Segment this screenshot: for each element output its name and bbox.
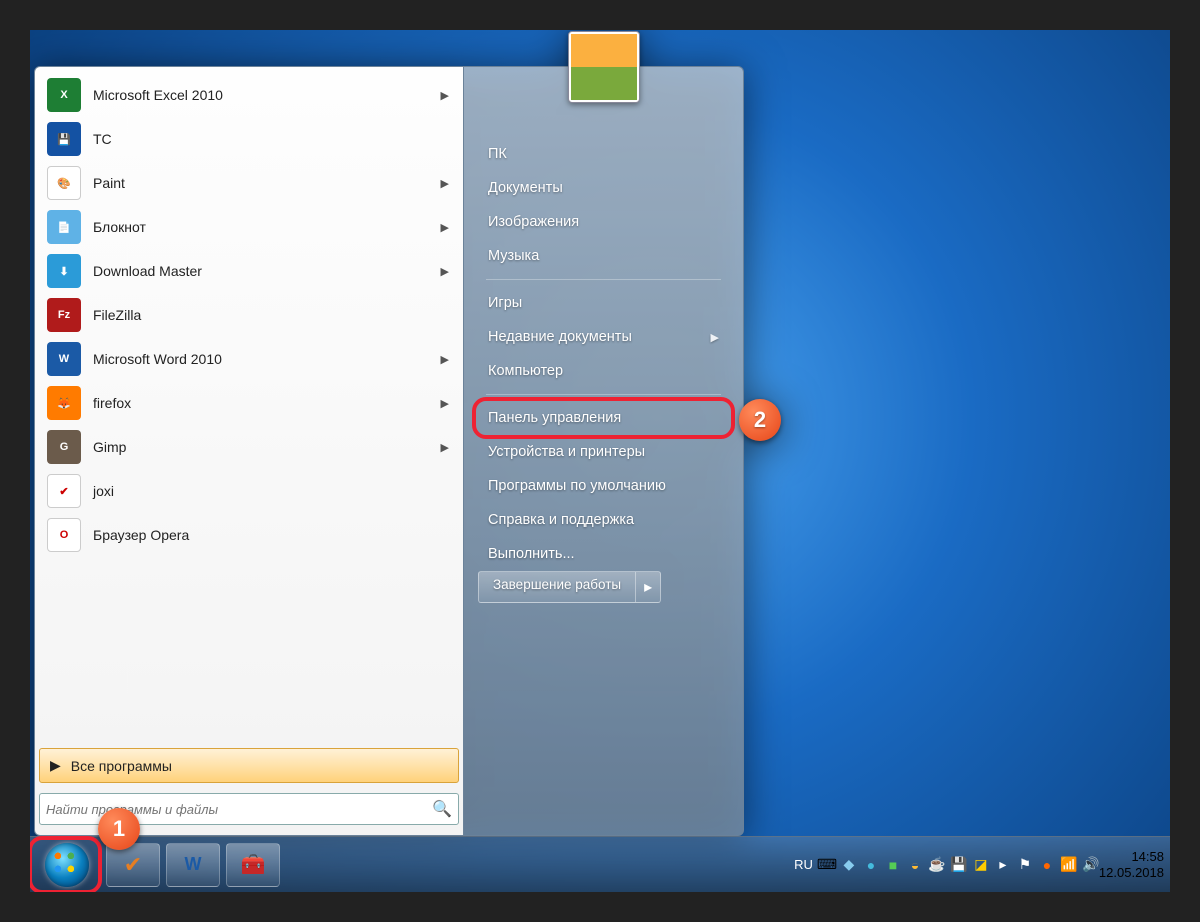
app-icon: O	[47, 518, 81, 552]
right-item[interactable]: Устройства и принтеры	[478, 435, 729, 469]
taskbar: ✔ W 🧰 RU ⌨ ◆ ● ■ ◒ ☕ 💾 ◪ ▸ ⚑ ● 📶 🔊 14:58…	[30, 836, 1170, 892]
program-list: X Microsoft Excel 2010 ▶💾 TC 🎨 Paint ▶📄 …	[39, 73, 459, 742]
taskbar-app-toolbox[interactable]: 🧰	[226, 843, 280, 887]
shutdown-button[interactable]: Завершение работы	[478, 571, 636, 603]
program-label: Paint	[93, 175, 125, 191]
separator	[486, 279, 721, 280]
app-icon: W	[47, 342, 81, 376]
right-item[interactable]: Игры	[478, 286, 729, 320]
tray-icon[interactable]: ▸	[995, 857, 1011, 873]
windows-orb-icon	[45, 843, 89, 887]
annotation-badge-1: 1	[98, 808, 140, 850]
program-label: joxi	[93, 483, 114, 499]
shutdown-options-button[interactable]: ▸	[636, 571, 661, 603]
shutdown-area: Завершение работы ▸	[478, 571, 729, 603]
program-label: TC	[93, 131, 112, 147]
app-icon: G	[47, 430, 81, 464]
tray-icon[interactable]: ●	[1039, 857, 1055, 873]
program-label: Блокнот	[93, 219, 146, 235]
annotation-box-2	[472, 397, 735, 439]
control-panel-item[interactable]: Панель управления2	[478, 401, 729, 435]
desktop: X Microsoft Excel 2010 ▶💾 TC 🎨 Paint ▶📄 …	[30, 30, 1170, 892]
right-item[interactable]: Изображения	[478, 205, 729, 239]
chevron-right-icon: ▶	[441, 441, 449, 454]
app-icon: 🎨	[47, 166, 81, 200]
keyboard-icon[interactable]: ⌨	[819, 857, 835, 873]
pinned-apps: ✔ W 🧰	[106, 843, 280, 887]
search-icon[interactable]: 🔍	[432, 799, 452, 819]
tray-icon[interactable]: ●	[863, 857, 879, 873]
program-label: Microsoft Word 2010	[93, 351, 222, 367]
tray-icon[interactable]: ◆	[841, 857, 857, 873]
start-menu-right-pane: ПКДокументыИзображенияМузыка ИгрыНедавни…	[464, 66, 744, 836]
volume-icon[interactable]: 🔊	[1083, 857, 1099, 873]
right-item[interactable]: Выполнить...	[478, 537, 729, 571]
tray-icon[interactable]: ◪	[973, 857, 989, 873]
chevron-right-icon: ▶	[711, 331, 719, 344]
all-programs-label: Все программы	[71, 758, 172, 774]
separator	[486, 394, 721, 395]
program-item-download-master[interactable]: ⬇ Download Master ▶	[39, 249, 459, 293]
tray-icon[interactable]: ■	[885, 857, 901, 873]
app-icon: Fz	[47, 298, 81, 332]
program-item-notepad[interactable]: 📄 Блокнот ▶	[39, 205, 459, 249]
right-item[interactable]: Документы	[478, 171, 729, 205]
chevron-right-icon: ▶	[441, 353, 449, 366]
program-label: Download Master	[93, 263, 202, 279]
right-item[interactable]: Компьютер	[478, 354, 729, 388]
program-label: FileZilla	[93, 307, 141, 323]
program-item-tc[interactable]: 💾 TC	[39, 117, 459, 161]
right-item[interactable]: ПК	[478, 137, 729, 171]
program-label: Gimp	[93, 439, 126, 455]
annotation-badge-2: 2	[739, 399, 781, 441]
program-item-paint[interactable]: 🎨 Paint ▶	[39, 161, 459, 205]
user-picture[interactable]	[568, 31, 640, 103]
clock-date: 12.05.2018	[1099, 865, 1164, 881]
taskbar-app-word[interactable]: W	[166, 843, 220, 887]
tray-icon[interactable]: 💾	[951, 857, 967, 873]
app-icon: 💾	[47, 122, 81, 156]
program-item-gimp[interactable]: G Gimp ▶	[39, 425, 459, 469]
app-icon: ⬇	[47, 254, 81, 288]
network-icon[interactable]: 📶	[1061, 857, 1077, 873]
chevron-right-icon: ▶	[50, 757, 61, 774]
program-label: Браузер Opera	[93, 527, 189, 543]
right-item[interactable]: Программы по умолчанию	[478, 469, 729, 503]
system-tray: ⌨ ◆ ● ■ ◒ ☕ 💾 ◪ ▸ ⚑ ● 📶 🔊	[819, 857, 1099, 873]
chevron-right-icon: ▶	[441, 177, 449, 190]
program-item-joxi[interactable]: ✔ joxi	[39, 469, 459, 513]
app-icon: ✔	[47, 474, 81, 508]
start-button[interactable]	[36, 841, 98, 889]
chevron-right-icon: ▶	[441, 265, 449, 278]
program-item-filezilla[interactable]: Fz FileZilla	[39, 293, 459, 337]
program-item-word[interactable]: W Microsoft Word 2010 ▶	[39, 337, 459, 381]
program-label: firefox	[93, 395, 131, 411]
start-menu: X Microsoft Excel 2010 ▶💾 TC 🎨 Paint ▶📄 …	[34, 66, 744, 836]
taskbar-clock[interactable]: 14:58 12.05.2018	[1099, 849, 1164, 880]
program-item-excel[interactable]: X Microsoft Excel 2010 ▶	[39, 73, 459, 117]
language-indicator[interactable]: RU	[794, 857, 813, 872]
program-item-firefox[interactable]: 🦊 firefox ▶	[39, 381, 459, 425]
tray-icon[interactable]: ☕	[929, 857, 945, 873]
app-icon: X	[47, 78, 81, 112]
right-item[interactable]: Справка и поддержка	[478, 503, 729, 537]
right-item[interactable]: Музыка	[478, 239, 729, 273]
clock-time: 14:58	[1099, 849, 1164, 865]
chevron-right-icon: ▶	[441, 221, 449, 234]
program-label: Microsoft Excel 2010	[93, 87, 223, 103]
app-icon: 📄	[47, 210, 81, 244]
start-menu-left-pane: X Microsoft Excel 2010 ▶💾 TC 🎨 Paint ▶📄 …	[34, 66, 464, 836]
app-icon: 🦊	[47, 386, 81, 420]
tray-icon[interactable]: ◒	[907, 857, 923, 873]
program-item-opera[interactable]: O Браузер Opera	[39, 513, 459, 557]
right-item[interactable]: Недавние документы▶	[478, 320, 729, 354]
chevron-right-icon: ▶	[441, 397, 449, 410]
all-programs-button[interactable]: ▶ Все программы	[39, 748, 459, 783]
flag-icon[interactable]: ⚑	[1017, 857, 1033, 873]
chevron-right-icon: ▶	[441, 89, 449, 102]
